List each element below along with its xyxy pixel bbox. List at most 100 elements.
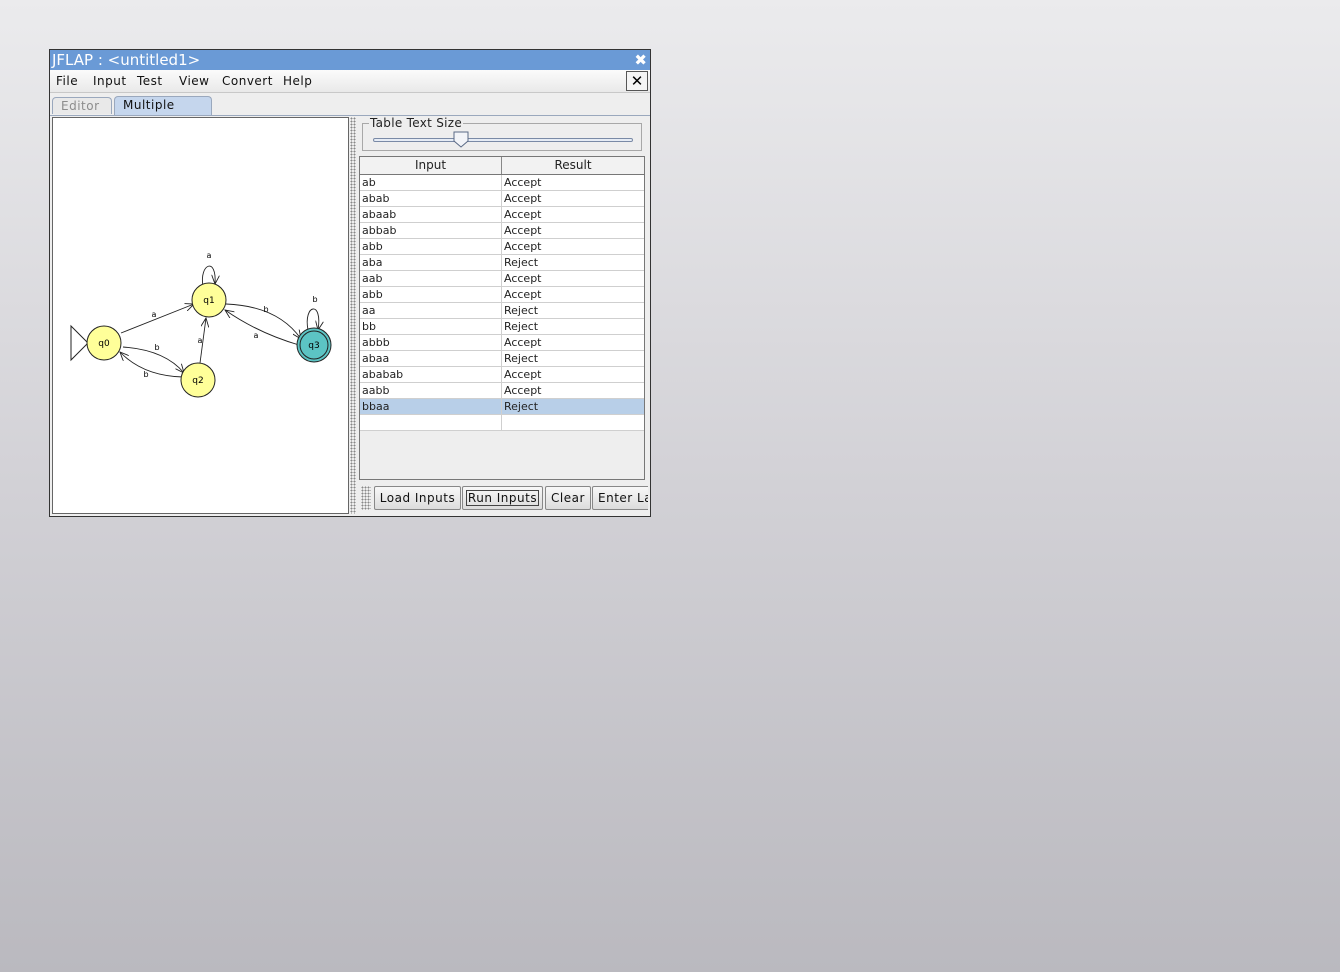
cell-input[interactable]: abb bbox=[360, 239, 502, 254]
cell-input[interactable]: aa bbox=[360, 303, 502, 318]
table-row[interactable]: bbaa Reject bbox=[360, 399, 644, 415]
cell-result[interactable]: Accept bbox=[502, 335, 644, 350]
state-label-q0: q0 bbox=[98, 339, 110, 349]
cell-input[interactable]: aab bbox=[360, 271, 502, 286]
cell-result[interactable]: Reject bbox=[502, 351, 644, 366]
cell-result[interactable]: Accept bbox=[502, 207, 644, 222]
cell-input[interactable]: ab bbox=[360, 175, 502, 190]
slider-thumb[interactable] bbox=[453, 131, 469, 148]
clear-button[interactable]: Clear bbox=[545, 486, 591, 510]
cell-result[interactable]: Accept bbox=[502, 287, 644, 302]
label-q1-q3: b bbox=[263, 305, 268, 314]
cell-input[interactable]: bb bbox=[360, 319, 502, 334]
tab-bar: Editor Multiple Run bbox=[50, 93, 650, 129]
table-row[interactable]: abaab Accept bbox=[360, 207, 644, 223]
label-q2-q0: b bbox=[143, 370, 148, 379]
enter-lambda-button[interactable]: Enter La bbox=[592, 486, 648, 510]
automaton-diagram: a a b b a b a b q0 q1 q2 q3 bbox=[70, 251, 332, 398]
cell-result[interactable]: Reject bbox=[502, 319, 644, 334]
label-q3-q1: a bbox=[254, 331, 259, 340]
text-size-slider-track[interactable] bbox=[373, 138, 633, 142]
table-header: Input Result bbox=[360, 157, 644, 175]
menu-view[interactable]: View bbox=[179, 74, 209, 88]
label-q2-q1: a bbox=[198, 336, 203, 345]
transition-q3-q1 bbox=[225, 310, 300, 346]
cell-input[interactable]: aabb bbox=[360, 383, 502, 398]
cell-input[interactable]: abaab bbox=[360, 207, 502, 222]
cell-result[interactable] bbox=[502, 415, 644, 430]
cell-input[interactable]: abb bbox=[360, 287, 502, 302]
table-row[interactable] bbox=[360, 415, 644, 431]
window-title: JFLAP : <untitled1> bbox=[52, 51, 201, 69]
table-row[interactable]: ababab Accept bbox=[360, 367, 644, 383]
label-q0-q2: b bbox=[154, 343, 159, 352]
menu-test[interactable]: Test bbox=[137, 74, 163, 88]
transition-q2-q0 bbox=[120, 352, 184, 378]
label-q0-q1: a bbox=[152, 310, 157, 319]
initial-state-arrow bbox=[70, 324, 89, 362]
column-header-input[interactable]: Input bbox=[360, 157, 502, 174]
title-bar[interactable]: JFLAP : <untitled1> ✖ bbox=[50, 50, 650, 70]
cell-result[interactable]: Accept bbox=[502, 223, 644, 238]
split-pane-divider[interactable] bbox=[350, 117, 356, 514]
table-text-size-group: Table Text Size bbox=[362, 116, 642, 151]
automaton-canvas[interactable]: a a b b a b a b q0 q1 q2 q3 bbox=[52, 117, 349, 514]
cell-result[interactable]: Reject bbox=[502, 303, 644, 318]
state-label-q3: q3 bbox=[308, 341, 319, 351]
load-inputs-button[interactable]: Load Inputs bbox=[374, 486, 461, 510]
table-row[interactable]: ab Accept bbox=[360, 175, 644, 191]
transition-q0-q1 bbox=[120, 304, 194, 334]
cell-result[interactable]: Accept bbox=[502, 239, 644, 254]
state-label-q1: q1 bbox=[203, 296, 214, 306]
table-row[interactable]: abab Accept bbox=[360, 191, 644, 207]
cell-input[interactable]: abbab bbox=[360, 223, 502, 238]
menu-convert[interactable]: Convert bbox=[222, 74, 273, 88]
input-results-table: Input Result ab Accept abab Accept abaab Acce… bbox=[359, 156, 645, 480]
toolbar-grip[interactable] bbox=[361, 486, 371, 510]
cell-result[interactable]: Accept bbox=[502, 175, 644, 190]
menu-input[interactable]: Input bbox=[93, 74, 127, 88]
table-row[interactable]: abbb Accept bbox=[360, 335, 644, 351]
cell-result[interactable]: Reject bbox=[502, 255, 644, 270]
run-toolbar: Load Inputs Run Inputs Clear Enter La bbox=[358, 484, 648, 512]
jflap-window: JFLAP : <untitled1> ✖ File Input Test Vi… bbox=[49, 49, 651, 517]
close-icon[interactable]: ✖ bbox=[634, 50, 647, 70]
cell-result[interactable]: Accept bbox=[502, 383, 644, 398]
close-tab-button[interactable]: ✕ bbox=[626, 71, 648, 91]
cell-input[interactable] bbox=[360, 415, 502, 430]
cell-result[interactable]: Accept bbox=[502, 191, 644, 206]
loop-q3 bbox=[306, 308, 319, 330]
cell-input[interactable]: abaa bbox=[360, 351, 502, 366]
menu-bar: File Input Test View Convert Help ✕ bbox=[50, 70, 650, 93]
cell-input[interactable]: ababab bbox=[360, 367, 502, 382]
label-q3-loop: b bbox=[312, 295, 317, 304]
cell-input[interactable]: aba bbox=[360, 255, 502, 270]
tab-editor[interactable]: Editor bbox=[52, 97, 112, 114]
menu-help[interactable]: Help bbox=[283, 74, 312, 88]
cell-input[interactable]: abbb bbox=[360, 335, 502, 350]
table-row[interactable]: aa Reject bbox=[360, 303, 644, 319]
table-row[interactable]: abb Accept bbox=[360, 239, 644, 255]
table-row[interactable]: bb Reject bbox=[360, 319, 644, 335]
column-header-result[interactable]: Result bbox=[502, 157, 644, 174]
table-row[interactable]: aba Reject bbox=[360, 255, 644, 271]
state-label-q2: q2 bbox=[192, 376, 203, 386]
run-inputs-button[interactable]: Run Inputs bbox=[462, 486, 543, 510]
table-row[interactable]: aab Accept bbox=[360, 271, 644, 287]
cell-input[interactable]: bbaa bbox=[360, 399, 502, 414]
cell-result[interactable]: Reject bbox=[502, 399, 644, 414]
table-row[interactable]: aabb Accept bbox=[360, 383, 644, 399]
table-row[interactable]: abbab Accept bbox=[360, 223, 644, 239]
table-text-size-label: Table Text Size bbox=[369, 116, 464, 130]
tab-multiple-run[interactable]: Multiple Run bbox=[114, 96, 212, 129]
run-inputs-label: Run Inputs bbox=[465, 490, 540, 506]
menu-file[interactable]: File bbox=[56, 74, 78, 88]
table-body: ab Accept abab Accept abaab Accept abbab Accept… bbox=[360, 175, 644, 431]
cell-input[interactable]: abab bbox=[360, 191, 502, 206]
table-row[interactable]: abb Accept bbox=[360, 287, 644, 303]
label-q1-loop: a bbox=[207, 251, 212, 260]
cell-result[interactable]: Accept bbox=[502, 271, 644, 286]
table-row[interactable]: abaa Reject bbox=[360, 351, 644, 367]
multiple-run-panel: Table Text Size Input Result ab Accept aba… bbox=[358, 116, 648, 514]
cell-result[interactable]: Accept bbox=[502, 367, 644, 382]
